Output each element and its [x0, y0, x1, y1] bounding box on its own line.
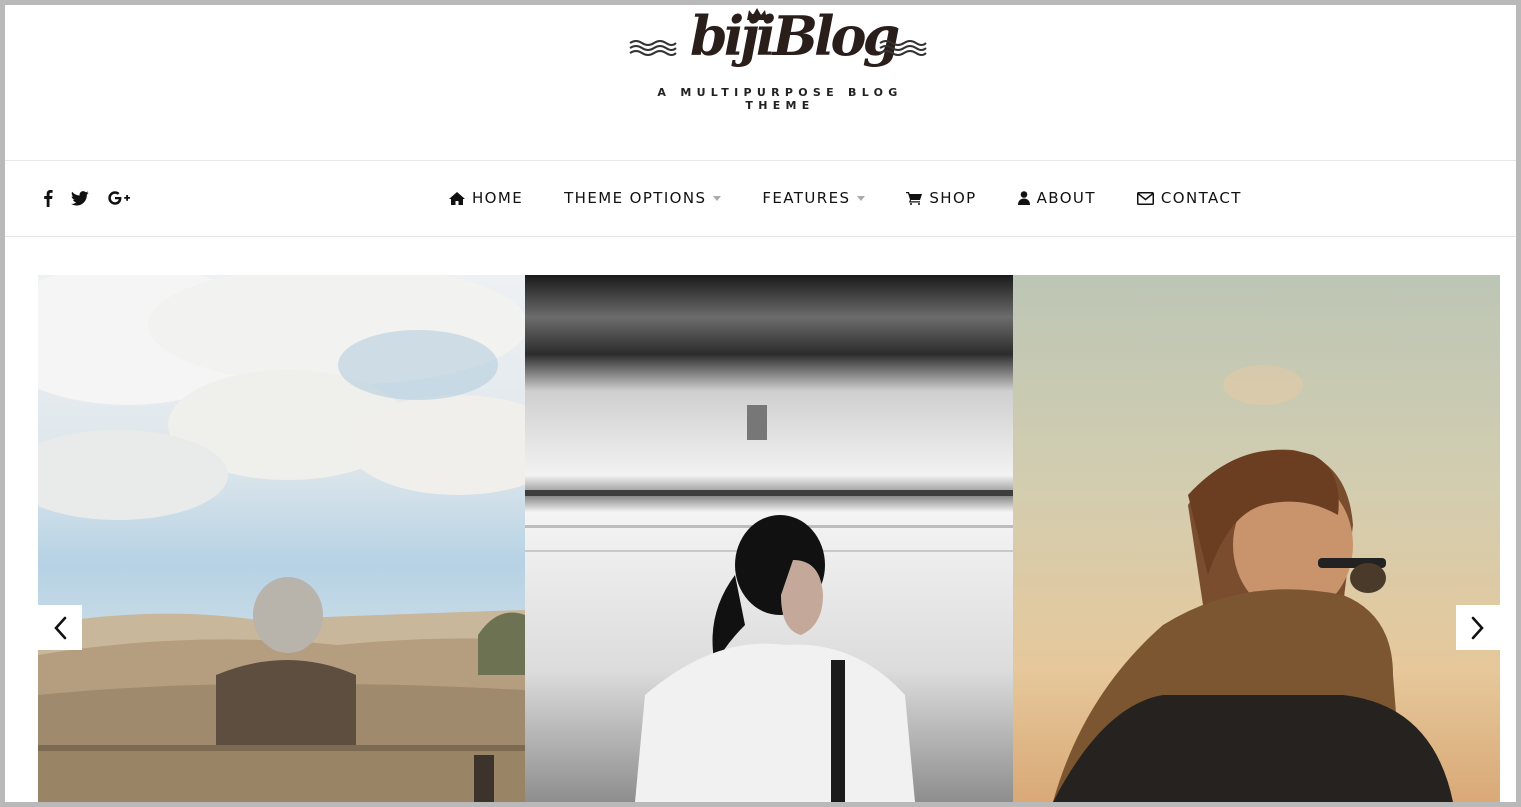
nav-item-theme-options[interactable]: THEME OPTIONS [564, 185, 722, 211]
nav-label-theme-options: THEME OPTIONS [564, 189, 707, 207]
nav-label-shop: SHOP [929, 189, 977, 207]
featured-slider [38, 275, 1500, 802]
nav-item-home[interactable]: HOME [449, 185, 523, 211]
wave-ornament-right [879, 40, 927, 56]
nav-item-contact[interactable]: CONTACT [1136, 185, 1242, 211]
slide-image-bench[interactable] [38, 275, 525, 802]
nav-divider-bottom [5, 236, 1516, 237]
twitter-icon[interactable] [71, 187, 89, 209]
nav-label-features: FEATURES [762, 189, 851, 207]
nav-label-about: ABOUT [1036, 189, 1096, 207]
slide-image-train[interactable] [525, 275, 1013, 802]
social-links [43, 187, 149, 209]
facebook-icon[interactable] [43, 187, 53, 209]
nav-item-shop[interactable]: SHOP [906, 185, 976, 211]
nav-label-contact: CONTACT [1160, 189, 1242, 207]
page: bijiBlog A MULTIPURPOSE BLOG THEME HOME … [5, 5, 1516, 802]
chevron-right-icon [1471, 616, 1484, 639]
envelope-icon [1136, 191, 1154, 205]
home-icon [449, 191, 465, 205]
main-nav: HOME THEME OPTIONS FEATURES SHOP ABOUT C… [449, 185, 1242, 211]
site-header: bijiBlog A MULTIPURPOSE BLOG THEME [5, 5, 1516, 160]
user-icon [1017, 191, 1030, 205]
nav-divider-top [5, 160, 1516, 161]
google-plus-icon[interactable] [107, 187, 131, 209]
cart-icon [906, 191, 923, 205]
chevron-left-icon [54, 616, 67, 639]
logo-script-text: bijiBlog [690, 5, 900, 68]
caret-down-icon [857, 196, 866, 201]
nav-item-about[interactable]: ABOUT [1017, 185, 1096, 211]
caret-down-icon [713, 196, 722, 201]
nav-label-home: HOME [472, 189, 524, 207]
nav-item-features[interactable]: FEATURES [762, 185, 866, 211]
wave-ornament-left [629, 40, 677, 56]
slide-image-scarf[interactable] [1013, 275, 1500, 802]
slider-prev-button[interactable] [38, 605, 82, 650]
site-logo[interactable]: bijiBlog A MULTIPURPOSE BLOG THEME [620, 5, 940, 115]
logo-tagline: A MULTIPURPOSE BLOG THEME [657, 86, 903, 112]
slider-next-button[interactable] [1456, 605, 1500, 650]
